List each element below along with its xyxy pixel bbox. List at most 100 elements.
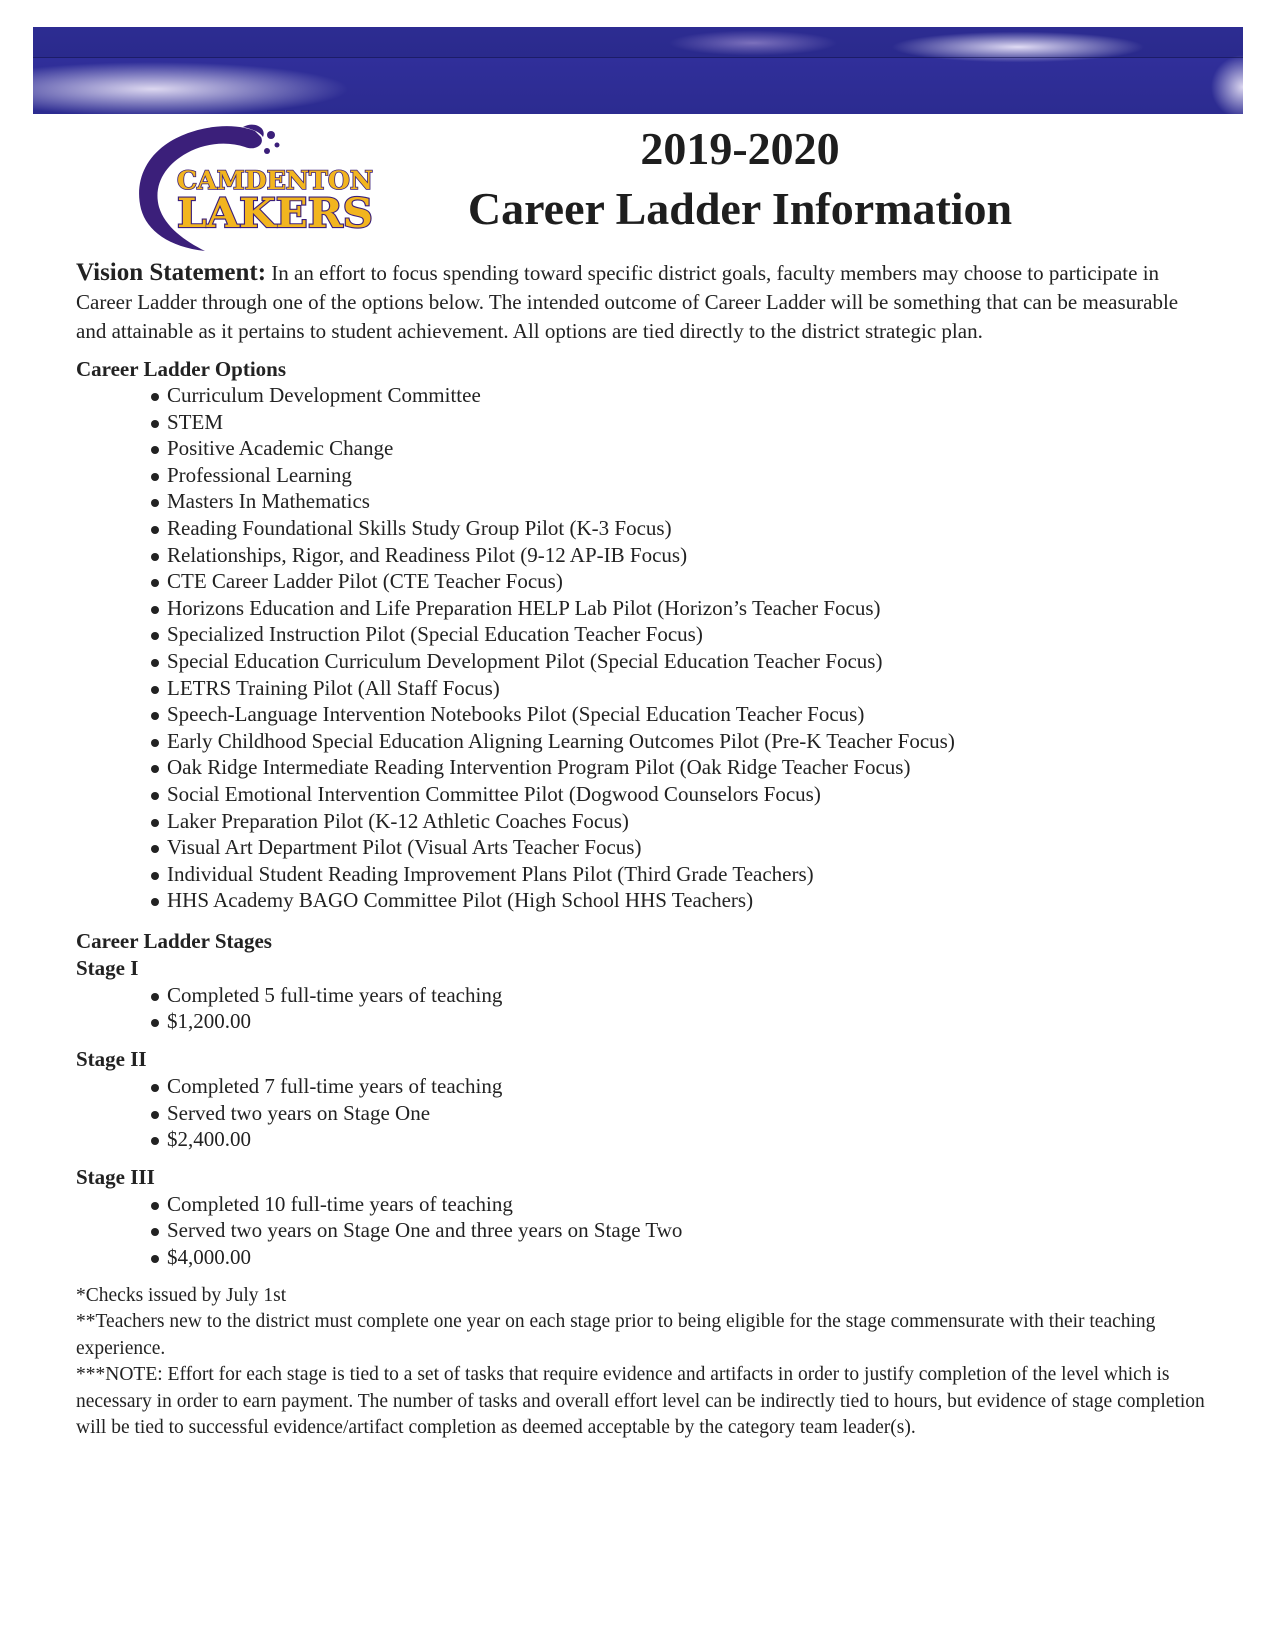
option-text: Visual Art Department Pilot (Visual Arts…: [167, 835, 642, 860]
list-item: $1,200.00: [151, 1008, 1206, 1035]
option-text: Speech-Language Intervention Notebooks P…: [167, 702, 865, 727]
footnote-checks: *Checks issued by July 1st: [76, 1284, 287, 1306]
bullet-icon: [151, 845, 159, 854]
header-banner: [33, 27, 1243, 114]
option-text: Horizons Education and Life Preparation …: [167, 595, 881, 620]
stage-1: Stage I Completed 5 full-time years of t…: [76, 955, 1206, 1035]
list-item: HHS Academy BAGO Committee Pilot (High S…: [151, 887, 1206, 914]
list-item: Completed 7 full-time years of teaching: [151, 1073, 1206, 1100]
option-text: Oak Ridge Intermediate Reading Intervent…: [167, 755, 911, 780]
list-item: Served two years on Stage One: [151, 1100, 1206, 1127]
vision-statement: Vision Statement: In an effort to focus …: [76, 258, 1206, 346]
option-text: Positive Academic Change: [167, 436, 394, 461]
list-item: Early Childhood Special Education Aligni…: [151, 728, 1206, 755]
footnotes: *Checks issued by July 1st **Teachers ne…: [76, 1283, 1206, 1442]
bullet-icon: [151, 1110, 159, 1119]
bullet-icon: [151, 1084, 159, 1093]
bullet-icon: [151, 791, 159, 800]
bullet-icon: [151, 525, 159, 534]
list-item: Positive Academic Change: [151, 435, 1206, 462]
option-text: STEM: [167, 409, 224, 434]
bullet-icon: [151, 472, 159, 481]
list-item: Horizons Education and Life Preparation …: [151, 595, 1206, 622]
list-item: Masters In Mathematics: [151, 488, 1206, 515]
list-item: STEM: [151, 409, 1206, 436]
bullet-icon: [151, 658, 159, 667]
bullet-icon: [151, 499, 159, 508]
list-item: Oak Ridge Intermediate Reading Intervent…: [151, 754, 1206, 781]
option-text: Professional Learning: [167, 462, 352, 487]
bullet-icon: [151, 446, 159, 455]
stage-amount: $4,000.00: [167, 1245, 251, 1270]
list-item: Relationships, Rigor, and Readiness Pilo…: [151, 542, 1206, 569]
options-heading: Career Ladder Options: [76, 357, 287, 381]
bullet-icon: [151, 712, 159, 721]
stage-item-text: Served two years on Stage One: [167, 1100, 431, 1125]
bullet-icon: [151, 685, 159, 694]
list-item: Served two years on Stage One and three …: [151, 1217, 1206, 1244]
list-item: Completed 10 full-time years of teaching: [151, 1191, 1206, 1218]
bullet-icon: [151, 552, 159, 561]
list-item: Visual Art Department Pilot (Visual Arts…: [151, 834, 1206, 861]
list-item: Speech-Language Intervention Notebooks P…: [151, 701, 1206, 728]
stage-amount: $1,200.00: [167, 1009, 251, 1034]
page-title: 2019-2020 Career Ladder Information: [430, 120, 1050, 240]
bullet-icon: [151, 765, 159, 774]
list-item: Professional Learning: [151, 462, 1206, 489]
stage-item-text: Completed 5 full-time years of teaching: [167, 982, 503, 1007]
bullet-icon: [151, 818, 159, 827]
banner-band: [33, 57, 1243, 58]
title-main: Career Ladder Information: [467, 183, 1013, 234]
bullet-icon: [151, 579, 159, 588]
bullet-icon: [151, 1137, 159, 1146]
stage-amount: $2,400.00: [167, 1127, 251, 1152]
option-text: LETRS Training Pilot (All Staff Focus): [167, 675, 500, 700]
list-item: CTE Career Ladder Pilot (CTE Teacher Foc…: [151, 568, 1206, 595]
footnote-effort-note: ***NOTE: Effort for each stage is tied t…: [76, 1364, 1205, 1439]
stage-2: Stage II Completed 7 full-time years of …: [76, 1046, 1206, 1153]
bullet-icon: [151, 605, 159, 614]
option-text: Special Education Curriculum Development…: [167, 648, 883, 673]
bullet-icon: [151, 992, 159, 1001]
stage-item-text: Completed 10 full-time years of teaching: [167, 1191, 513, 1216]
footnote-new-teachers: **Teachers new to the district must comp…: [76, 1311, 1156, 1359]
stage-3: Stage III Completed 10 full-time years o…: [76, 1164, 1206, 1271]
option-text: Laker Preparation Pilot (K-12 Athletic C…: [167, 808, 629, 833]
option-text: Social Emotional Intervention Committee …: [167, 781, 821, 806]
stage-title: Stage I: [76, 955, 139, 980]
stage-requirements: Completed 10 full-time years of teaching…: [76, 1191, 1206, 1271]
stage-item-text: Completed 7 full-time years of teaching: [167, 1074, 503, 1099]
camdenton-lakers-logo: CAMDENTON LAKERS: [135, 123, 380, 253]
option-text: Curriculum Development Committee: [167, 383, 481, 407]
logo-graphic: CAMDENTON LAKERS: [139, 124, 374, 251]
bullet-icon: [151, 419, 159, 428]
option-text: Early Childhood Special Education Aligni…: [167, 728, 955, 753]
vision-label: Vision Statement:: [76, 259, 267, 286]
list-item: Individual Student Reading Improvement P…: [151, 861, 1206, 888]
bullet-icon: [151, 1201, 159, 1210]
stages-heading: Career Ladder Stages: [76, 928, 272, 953]
bullet-icon: [151, 1228, 159, 1237]
bullet-icon: [151, 871, 159, 880]
stage-requirements: Completed 7 full-time years of teaching …: [76, 1073, 1206, 1153]
list-item: LETRS Training Pilot (All Staff Focus): [151, 675, 1206, 702]
options-list: Curriculum Development Committee STEM Po…: [76, 382, 1206, 914]
list-item: Reading Foundational Skills Study Group …: [151, 515, 1206, 542]
bullet-icon: [151, 738, 159, 747]
document-body: Vision Statement: In an effort to focus …: [76, 258, 1206, 1442]
option-text: Specialized Instruction Pilot (Special E…: [167, 622, 703, 647]
bullet-icon: [151, 632, 159, 641]
list-item: Social Emotional Intervention Committee …: [151, 781, 1206, 808]
list-item: Specialized Instruction Pilot (Special E…: [151, 621, 1206, 648]
option-text: Masters In Mathematics: [167, 489, 370, 514]
list-item: $4,000.00: [151, 1244, 1206, 1271]
list-item: Completed 5 full-time years of teaching: [151, 982, 1206, 1009]
title-year: 2019-2020: [640, 123, 840, 174]
stage-title: Stage III: [76, 1164, 155, 1189]
stage-item-text: Served two years on Stage One and three …: [167, 1218, 683, 1243]
option-text: Individual Student Reading Improvement P…: [167, 861, 814, 886]
bullet-icon: [151, 898, 159, 907]
option-text: HHS Academy BAGO Committee Pilot (High S…: [167, 888, 754, 913]
bullet-icon: [151, 1255, 159, 1264]
list-item: Special Education Curriculum Development…: [151, 648, 1206, 675]
